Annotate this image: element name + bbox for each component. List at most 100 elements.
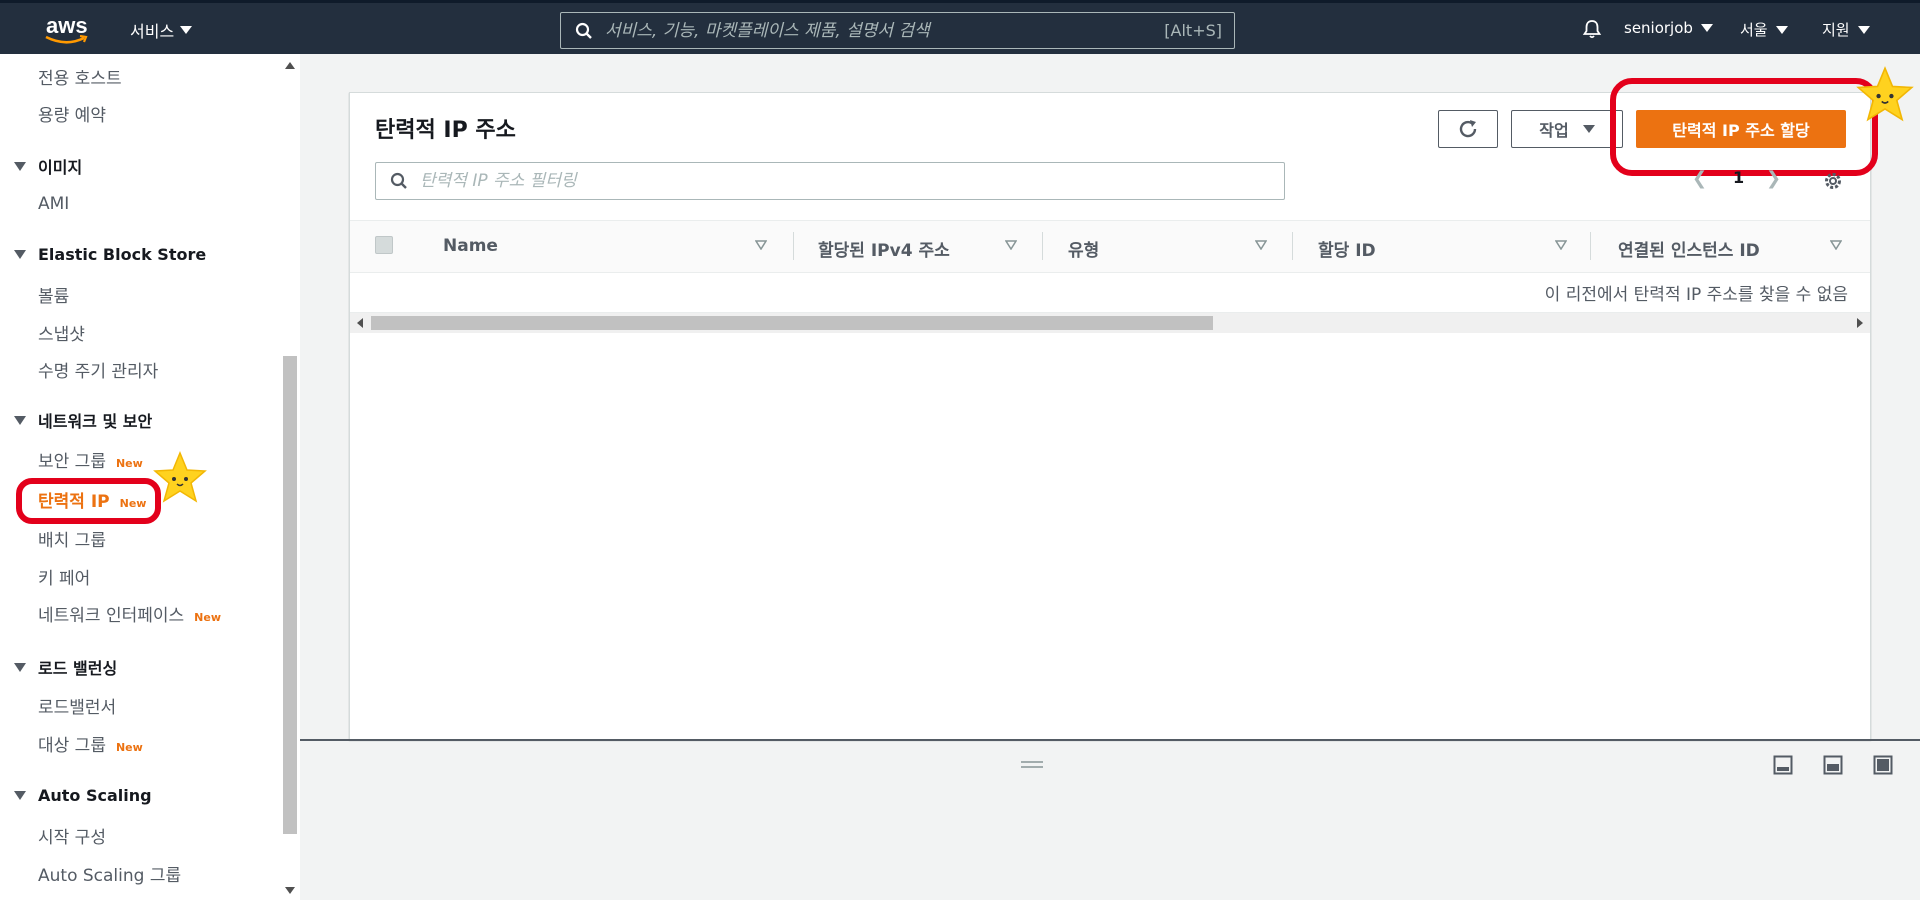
sidebar-item-capacity-reservations[interactable]: 용량 예약 — [38, 101, 106, 126]
allocate-elastic-ip-button[interactable]: 탄력적 IP 주소 할당 — [1636, 110, 1846, 148]
column-header-type[interactable]: 유형 — [1068, 236, 1099, 261]
sidebar-item-security-groups[interactable]: 보안 그룹 New — [38, 447, 143, 472]
sidebar-item-label: 탄력적 IP — [38, 492, 110, 512]
sidebar-item-volumes[interactable]: 볼륨 — [38, 282, 69, 307]
sidebar-item-key-pairs[interactable]: 키 페어 — [38, 564, 90, 589]
sidebar-section-network-security[interactable]: 네트워크 및 보안 — [14, 408, 152, 432]
sidebar-item-ami[interactable]: AMI — [38, 194, 69, 214]
sidebar-item-label: 로드밸런서 — [38, 698, 117, 718]
search-shortcut-hint: [Alt+S] — [1164, 21, 1222, 40]
column-header-associated-instance-id[interactable]: 연결된 인스턴스 ID — [1618, 236, 1760, 261]
column-header-name[interactable]: Name — [443, 236, 498, 256]
sidebar-item-load-balancers[interactable]: 로드밸런서 — [38, 693, 116, 718]
sort-icon[interactable] — [755, 240, 767, 250]
caret-down-icon — [180, 26, 193, 34]
sidebar-section-auto-scaling[interactable]: Auto Scaling — [14, 786, 152, 805]
sidebar-item-label: 배치 그룹 — [38, 531, 106, 551]
sort-icon[interactable] — [1005, 240, 1017, 250]
refresh-button[interactable] — [1438, 110, 1498, 148]
sidebar-scrollbar-thumb[interactable] — [283, 356, 297, 834]
collapse-triangle-icon — [14, 662, 26, 672]
panel-full-layout-icon[interactable] — [1873, 755, 1893, 775]
search-icon — [575, 22, 592, 39]
caret-down-icon — [1775, 25, 1788, 34]
sort-icon[interactable] — [1255, 240, 1267, 250]
new-badge: New — [115, 741, 143, 754]
sidebar-section-label: 로드 밸런싱 — [38, 659, 118, 678]
select-all-checkbox[interactable] — [375, 236, 393, 254]
account-menu[interactable]: seniorjob — [1624, 19, 1713, 37]
services-menu[interactable]: 서비스 — [130, 18, 193, 42]
sidebar-section-label: 이미지 — [38, 158, 83, 177]
aws-smile-icon — [45, 35, 88, 44]
scroll-up-arrow-icon[interactable] — [285, 62, 295, 69]
sidebar-item-label: AMI — [38, 194, 70, 214]
new-badge: New — [115, 457, 143, 470]
column-divider[interactable] — [1292, 232, 1293, 260]
next-page-icon[interactable]: ❯ — [1766, 168, 1781, 189]
star-sticker-icon — [153, 451, 207, 503]
column-divider[interactable] — [793, 232, 794, 260]
sidebar-item-target-groups[interactable]: 대상 그룹 New — [38, 731, 143, 756]
bell-icon[interactable] — [1581, 18, 1603, 40]
column-header-allocation-id[interactable]: 할당 ID — [1318, 236, 1376, 261]
allocate-button-label: 탄력적 IP 주소 할당 — [1672, 121, 1810, 140]
actions-dropdown-button[interactable]: 작업 — [1511, 110, 1623, 148]
sidebar-item-label: 네트워크 인터페이스 — [38, 606, 185, 626]
column-divider[interactable] — [1042, 232, 1043, 260]
sidebar-item-auto-scaling-groups[interactable]: Auto Scaling 그룹 — [38, 861, 181, 886]
support-menu[interactable]: 지원 — [1822, 19, 1870, 40]
region-label: 서울 — [1740, 21, 1768, 39]
services-label: 서비스 — [130, 22, 175, 41]
panel-bottom-layout-icon[interactable] — [1773, 755, 1793, 775]
sort-icon[interactable] — [1555, 240, 1567, 250]
global-search[interactable]: [Alt+S] — [560, 12, 1235, 49]
column-divider[interactable] — [1590, 232, 1591, 260]
previous-page-icon[interactable]: ❮ — [1692, 168, 1707, 189]
elastic-ip-filter-input[interactable] — [420, 171, 1284, 191]
split-panel-divider[interactable] — [300, 739, 1920, 741]
global-search-input[interactable] — [605, 20, 1165, 41]
panel-split-layout-icon[interactable] — [1823, 755, 1843, 775]
column-header-ipv4-address[interactable]: 할당된 IPv4 주소 — [818, 236, 950, 261]
scroll-down-arrow-icon[interactable] — [285, 887, 295, 894]
sort-icon[interactable] — [1830, 240, 1842, 250]
region-menu[interactable]: 서울 — [1740, 19, 1788, 40]
sidebar-item-label: 키 페어 — [38, 569, 91, 589]
sidebar-section-load-balancing[interactable]: 로드 밸런싱 — [14, 655, 117, 679]
sidebar-item-label: 시작 구성 — [38, 828, 106, 848]
drag-handle-icon[interactable] — [1021, 760, 1043, 770]
caret-down-icon — [1700, 24, 1713, 32]
sidebar-item-snapshots[interactable]: 스냅샷 — [38, 320, 85, 345]
star-sticker-icon — [1856, 66, 1914, 122]
sidebar-item-network-interfaces[interactable]: 네트워크 인터페이스 New — [38, 601, 221, 626]
empty-table-message: 이 리전에서 탄력적 IP 주소를 찾을 수 없음 — [1544, 285, 1848, 305]
sidebar-item-launch-configurations[interactable]: 시작 구성 — [38, 823, 106, 848]
collapse-triangle-icon — [14, 250, 26, 259]
aws-logo[interactable]: aws — [44, 13, 92, 47]
caret-down-icon — [1857, 25, 1870, 34]
current-page-number[interactable]: 1 — [1733, 168, 1744, 187]
sidebar-item-placement-groups[interactable]: 배치 그룹 — [38, 526, 106, 551]
search-icon — [390, 172, 407, 189]
scroll-left-arrow-icon[interactable] — [357, 318, 363, 328]
new-badge: New — [194, 611, 222, 624]
sidebar-section-label: Auto Scaling — [38, 786, 152, 805]
scroll-right-arrow-icon[interactable] — [1857, 318, 1863, 328]
sidebar-item-label: 볼륨 — [38, 287, 70, 307]
sidebar-item-dedicated-hosts[interactable]: 전용 호스트 — [38, 64, 122, 89]
settings-gear-icon[interactable] — [1822, 170, 1844, 192]
sidebar-section-ebs[interactable]: Elastic Block Store — [14, 245, 206, 264]
collapse-triangle-icon — [14, 161, 26, 171]
horizontal-scrollbar-thumb[interactable] — [371, 316, 1213, 330]
collapse-triangle-icon — [14, 791, 26, 800]
new-badge: New — [119, 497, 147, 510]
sidebar-item-lifecycle-manager[interactable]: 수명 주기 관리자 — [38, 357, 158, 382]
refresh-icon — [1459, 120, 1477, 138]
collapse-triangle-icon — [14, 415, 26, 425]
elastic-ip-filter[interactable] — [375, 162, 1285, 200]
sidebar-item-label: 스냅샷 — [38, 325, 85, 345]
sidebar-item-elastic-ips[interactable]: 탄력적 IP New — [38, 487, 146, 512]
sidebar-section-images[interactable]: 이미지 — [14, 154, 82, 178]
sidebar-item-label: 용량 예약 — [38, 106, 106, 126]
